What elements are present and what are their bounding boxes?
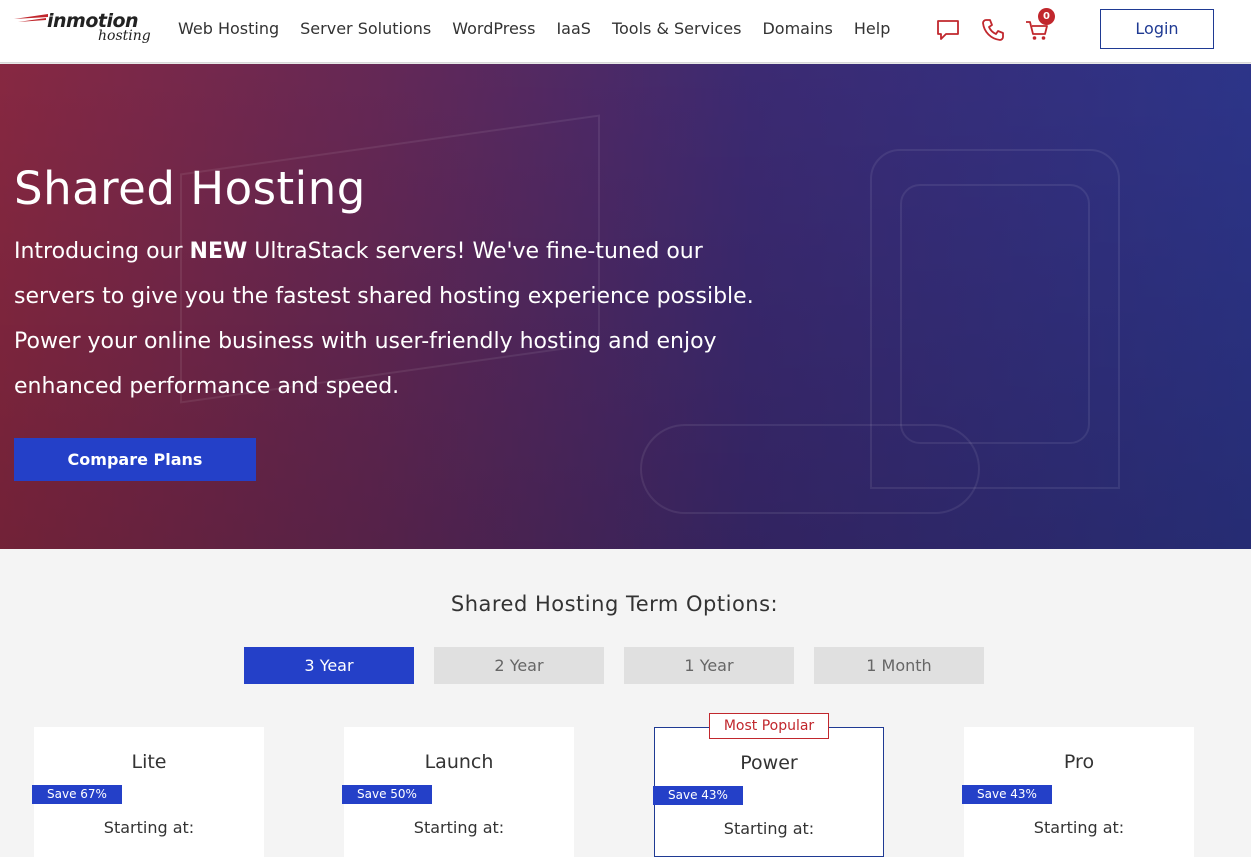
save-badge: Save 50% (342, 785, 432, 804)
hero-paper-roll-shape (640, 424, 980, 514)
starting-at-label: Starting at: (103, 818, 195, 837)
nav-link-help[interactable]: Help (854, 19, 890, 38)
save-badge: Save 67% (32, 785, 122, 804)
hero-title: Shared Hosting (14, 162, 366, 215)
login-button[interactable]: Login (1100, 9, 1214, 49)
hero-description: Introducing our NEW UltraStack servers! … (14, 229, 754, 409)
term-tabs: 3 Year 2 Year 1 Year 1 Month (244, 647, 1004, 684)
top-navbar: inmotion hosting Web Hosting Server Solu… (0, 0, 1251, 63)
plan-card-pro: Pro Save 43% Starting at: (962, 727, 1194, 857)
save-badge: Save 43% (962, 785, 1052, 804)
logo-swoosh-icon (14, 14, 48, 22)
plan-card-launch: Launch Save 50% Starting at: (342, 727, 574, 857)
nav-link-web-hosting[interactable]: Web Hosting (178, 19, 279, 38)
logo-sub-text: hosting (98, 28, 151, 44)
inmotion-logo[interactable]: inmotion hosting (14, 10, 164, 50)
hero-banner: Shared Hosting Introducing our NEW Ultra… (0, 64, 1251, 549)
plan-name: Launch (424, 751, 494, 773)
nav-link-iaas[interactable]: IaaS (556, 19, 590, 38)
plan-name: Power (740, 752, 798, 774)
term-tab-3-year[interactable]: 3 Year (244, 647, 414, 684)
nav-link-wordpress[interactable]: WordPress (452, 19, 535, 38)
hero-chair-back-shape (900, 184, 1090, 444)
main-nav: Web Hosting Server Solutions WordPress I… (178, 19, 911, 38)
cart-count-badge: 0 (1038, 8, 1055, 25)
starting-at-label: Starting at: (413, 818, 505, 837)
starting-at-label: Starting at: (1033, 818, 1125, 837)
nav-link-domains[interactable]: Domains (762, 19, 832, 38)
nav-link-server-solutions[interactable]: Server Solutions (300, 19, 431, 38)
term-tab-1-month[interactable]: 1 Month (814, 647, 984, 684)
plan-card-power: Power Save 43% Starting at: (653, 727, 884, 857)
plan-name: Pro (1063, 751, 1095, 773)
hero-text-prefix: Introducing our (14, 239, 190, 264)
compare-plans-button[interactable]: Compare Plans (14, 438, 256, 481)
chat-icon[interactable] (935, 17, 961, 43)
hero-text-bold: NEW (189, 239, 248, 264)
starting-at-label: Starting at: (723, 819, 815, 838)
term-options-title: Shared Hosting Term Options: (450, 592, 779, 616)
term-tab-2-year[interactable]: 2 Year (434, 647, 604, 684)
plan-card-lite: Lite Save 67% Starting at: (32, 727, 264, 857)
phone-icon[interactable] (980, 17, 1006, 43)
most-popular-tag: Most Popular (709, 713, 829, 739)
term-tab-1-year[interactable]: 1 Year (624, 647, 794, 684)
save-badge: Save 43% (653, 786, 743, 805)
plan-name: Lite (131, 751, 167, 773)
nav-link-tools-services[interactable]: Tools & Services (612, 19, 742, 38)
